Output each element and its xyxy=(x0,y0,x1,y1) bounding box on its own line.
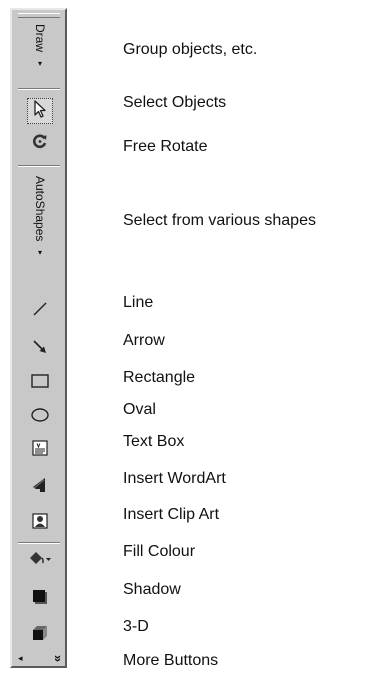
arrow-icon xyxy=(31,338,49,361)
label-oval: Oval xyxy=(123,401,156,418)
rectangle-button[interactable] xyxy=(27,370,53,396)
label-select-objects: Select Objects xyxy=(123,94,227,111)
shadow-button[interactable] xyxy=(27,586,53,612)
autoshapes-menu-label: AutoShapes xyxy=(33,176,47,242)
toolbar-separator xyxy=(18,165,60,167)
label-rectangle: Rectangle xyxy=(123,369,196,386)
label-insert-clip-art: Insert Clip Art xyxy=(123,506,220,523)
text-box-icon xyxy=(31,439,49,462)
line-icon xyxy=(31,300,49,323)
rectangle-icon xyxy=(30,372,50,395)
more-buttons-button[interactable]: ◂ » xyxy=(18,650,66,666)
label-fill-colour: Fill Colour xyxy=(123,543,196,560)
free-rotate-button[interactable] xyxy=(27,130,53,156)
label-free-rotate: Free Rotate xyxy=(123,138,208,155)
scroll-left-icon: ◂ xyxy=(18,652,23,663)
draw-menu-label: Draw xyxy=(33,24,47,53)
shadow-icon xyxy=(31,588,49,611)
toolbar-separator xyxy=(18,88,60,90)
insert-wordart-button[interactable] xyxy=(27,474,53,500)
drawing-toolbar: Draw ▾ AutoShapes ▾ ◂ » xyxy=(10,8,67,668)
line-button[interactable] xyxy=(27,298,53,324)
label-text-box: Text Box xyxy=(123,433,185,450)
draw-menu-caret: ▾ xyxy=(37,59,42,69)
autoshapes-menu[interactable]: AutoShapes ▾ xyxy=(30,176,50,257)
oval-icon xyxy=(30,406,50,429)
select-objects-button[interactable] xyxy=(27,98,53,124)
label-arrow: Arrow xyxy=(123,332,165,349)
label-line: Line xyxy=(123,294,154,311)
draw-menu[interactable]: Draw ▾ xyxy=(30,24,50,68)
3d-button[interactable] xyxy=(27,622,53,648)
label-more-buttons: More Buttons xyxy=(123,652,219,669)
toolbar-separator xyxy=(18,542,60,544)
clip-art-icon xyxy=(31,512,49,535)
text-box-button[interactable] xyxy=(27,437,53,463)
wordart-icon xyxy=(30,475,50,500)
fill-colour-button[interactable] xyxy=(27,548,53,574)
paint-bucket-icon xyxy=(27,550,53,573)
label-group-objects: Group objects, etc. xyxy=(123,41,258,58)
cursor-arrow-icon xyxy=(32,99,48,123)
insert-clip-art-button[interactable] xyxy=(27,510,53,536)
label-shadow: Shadow xyxy=(123,581,181,598)
label-3d: 3-D xyxy=(123,618,149,635)
label-insert-wordart: Insert WordArt xyxy=(123,470,226,487)
arrow-button[interactable] xyxy=(27,336,53,362)
rotate-icon xyxy=(31,132,49,155)
oval-button[interactable] xyxy=(27,404,53,430)
toolbar-grip[interactable] xyxy=(18,13,60,18)
3d-cube-icon xyxy=(31,624,49,647)
label-select-shapes: Select from various shapes xyxy=(123,212,316,229)
autoshapes-menu-caret: ▾ xyxy=(37,248,42,258)
double-chevron-down-icon: » xyxy=(50,654,66,662)
